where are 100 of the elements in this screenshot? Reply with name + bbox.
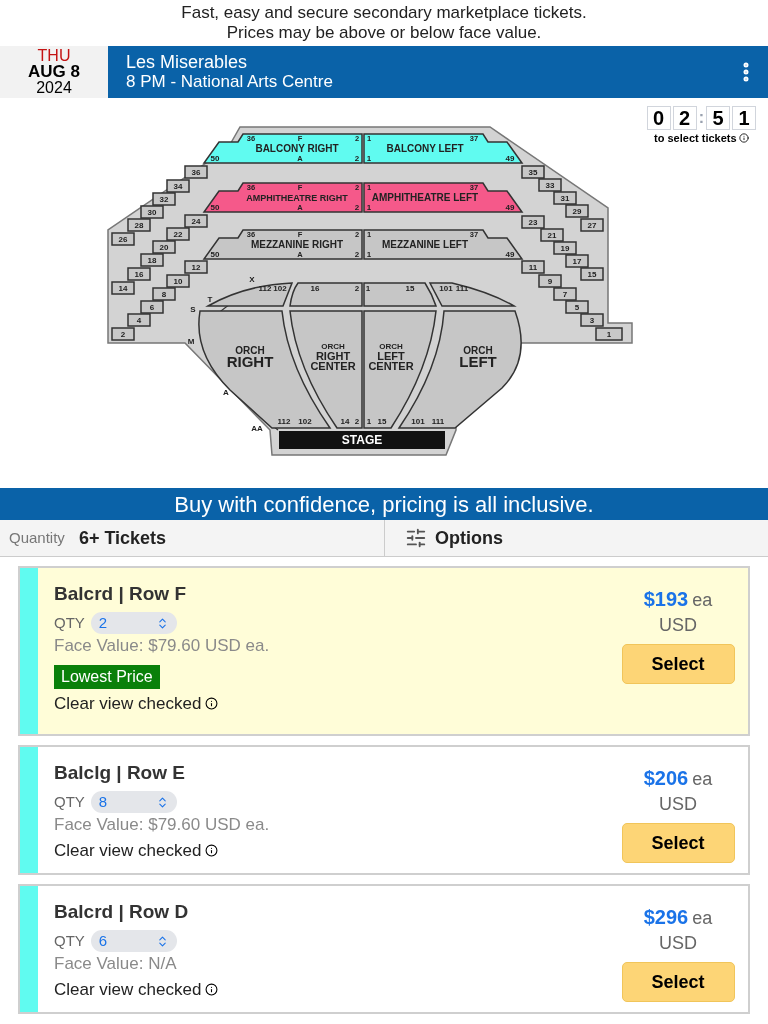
box-seat: 31 [553, 191, 577, 205]
seat-number: 101 [411, 417, 425, 426]
seat-number: 1 [366, 203, 372, 212]
event-venue: 8 PM - National Arts Centre [126, 72, 334, 92]
box-seat: 26 [111, 232, 135, 246]
box-seat: 12 [184, 260, 208, 274]
box-seat: 4 [127, 313, 151, 327]
weekday: THU [37, 48, 71, 64]
section-label: MEZZANINE LEFT [381, 239, 469, 250]
seat-number: 1 [366, 154, 372, 163]
section-label: CENTER [368, 360, 414, 372]
box-seat: 24 [184, 214, 208, 228]
section-label: LEFT [459, 353, 497, 370]
select-button[interactable]: Select [621, 962, 735, 1002]
clear-view-note: Clear view checked [54, 978, 202, 1001]
box-seat: 16 [127, 267, 151, 281]
seat-number: 112 [258, 284, 272, 293]
row-label: AA [251, 424, 263, 433]
listing-title: Balcrd | Row F [54, 582, 187, 606]
box-seat: 28 [127, 218, 151, 232]
box-seat: 11 [521, 260, 545, 274]
box-seat: 30 [140, 205, 164, 219]
box-seat: 27 [580, 218, 604, 232]
price: $296 [643, 905, 689, 930]
seat-number: 50 [210, 250, 220, 259]
price-unit: ea [692, 907, 713, 930]
seat-number: 49 [505, 203, 515, 212]
seat-number: 15 [377, 417, 387, 426]
quantity-label: QTY [54, 931, 85, 951]
seat-number: 112 [277, 417, 291, 426]
section-label: ORCH [463, 345, 493, 356]
clear-view-note: Clear view checked [54, 692, 202, 715]
section-label: AMPHITHEATRE RIGHT [246, 193, 348, 203]
quantity-select[interactable]: 6 [90, 930, 177, 953]
box-seat: 14 [111, 281, 135, 295]
box-seat: 15 [580, 267, 604, 281]
row-label: S [190, 305, 196, 314]
seat-number: 101 [439, 284, 453, 293]
seat-number: 111 [455, 284, 469, 293]
stage: STAGE [279, 431, 445, 449]
timer-digit: 1 [732, 106, 756, 130]
section-label: ORCH [379, 342, 403, 351]
section-label: BALCONY LEFT [386, 143, 464, 154]
clear-view-note: Clear view checked [54, 839, 202, 862]
seat-number: 102 [273, 284, 287, 293]
section-label: MEZZANINE RIGHT [250, 239, 344, 250]
box-seat: 22 [166, 227, 190, 241]
seat-number: 102 [298, 417, 312, 426]
notice-text: Prices may be above or below face value. [226, 23, 542, 43]
confidence-banner: Buy with confidence, pricing is all inclusive. [0, 488, 768, 520]
options-button[interactable]: Options [385, 520, 503, 556]
box-seat: 17 [565, 254, 589, 268]
seat-number: 50 [210, 154, 220, 163]
section-label: ORCH [321, 342, 345, 351]
seat-number: 16 [310, 284, 320, 293]
seat-number: 1 [365, 284, 371, 293]
section-label: ORCH [235, 345, 265, 356]
quantity-label: QTY [54, 613, 85, 633]
timer-separator: : [698, 108, 704, 128]
row-label: X [249, 275, 255, 284]
price: $193 [643, 587, 689, 612]
quantity-label: QTY [54, 792, 85, 812]
price-unit: ea [692, 768, 713, 791]
box-seat: 32 [152, 192, 176, 206]
seat-number: 2 [354, 284, 360, 293]
event-year: 2024 [36, 80, 72, 96]
select-button[interactable]: Select [621, 644, 735, 684]
box-seat: 34 [166, 179, 190, 193]
ticket-listing[interactable]: Balclg | Row E QTY 8 Face Value: $79.60 USD ea. Clear view checked $206 ea USD Select [18, 745, 750, 875]
box-seat: 23 [521, 215, 545, 229]
seat-number: 49 [505, 250, 515, 259]
timer-digit: 0 [646, 106, 671, 130]
box-seat: 5 [565, 300, 589, 314]
box-seat: 10 [166, 274, 190, 288]
listing-title: Balclg | Row E [54, 761, 186, 785]
seat-number: 2 [354, 417, 360, 426]
seat-number: 14 [340, 417, 350, 426]
section-label: CENTER [310, 360, 356, 372]
notice-text: Fast, easy and secure secondary marketplace tickets. [181, 3, 587, 23]
seat-number: 1 [366, 417, 372, 426]
seat-number: 50 [210, 203, 220, 212]
section-label: AMPHITHEATRE LEFT [371, 192, 479, 203]
quantity-select[interactable]: 8 [90, 791, 177, 814]
quantity-select[interactable]: 2 [90, 612, 177, 635]
box-seat: 20 [152, 240, 176, 254]
event-date: AUG 8 [28, 64, 80, 80]
section-label: RIGHT [315, 349, 351, 362]
seat-number: 2 [354, 250, 360, 259]
quantity-filter[interactable]: Quantity 6+ Tickets [0, 520, 385, 556]
section-label: LEFT [377, 349, 405, 362]
box-seat: 7 [553, 287, 577, 301]
ticket-listing[interactable]: Balcrd | Row D QTY 6 Face Value: N/A Clear view checked $296 ea USD Select [18, 884, 750, 1014]
box-seat: 29 [565, 204, 589, 218]
ticket-listing[interactable]: Balcrd | Row F QTY 2 Face Value: $79.60 USD ea. Lowest Price Clear view checked $193 ea USD Select [18, 566, 750, 736]
seat-number: 2 [354, 154, 360, 163]
box-seat: 8 [152, 287, 176, 301]
box-seat: 18 [140, 253, 164, 267]
select-button[interactable]: Select [621, 823, 735, 863]
event-title: Les Miserables [126, 52, 249, 72]
row-label: T [207, 295, 213, 304]
